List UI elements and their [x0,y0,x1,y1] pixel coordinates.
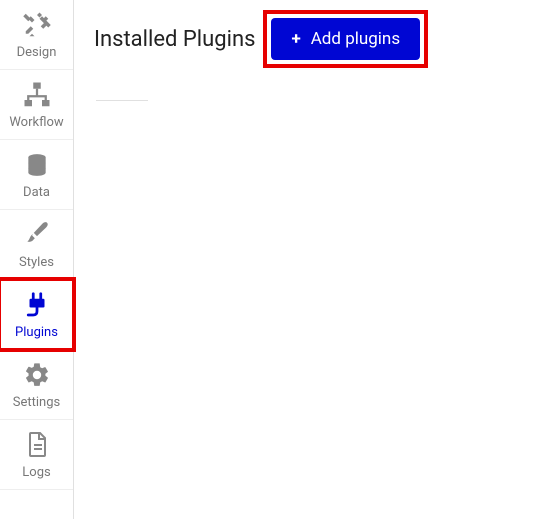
sidebar-item-logs[interactable]: Logs [0,420,73,490]
sidebar-item-label: Design [17,45,57,60]
add-plugins-button[interactable]: + Add plugins [271,18,420,60]
sidebar-item-label: Workflow [9,115,63,130]
sidebar-item-workflow[interactable]: Workflow [0,70,73,140]
sidebar-item-label: Styles [19,255,54,270]
sidebar-item-label: Data [23,185,50,200]
paintbrush-icon [24,219,50,251]
sidebar-item-plugins[interactable]: Plugins [0,280,73,350]
add-button-wrap: + Add plugins [271,18,420,60]
sitemap-icon [22,79,52,111]
add-button-label: Add plugins [311,29,400,49]
sidebar-item-styles[interactable]: Styles [0,210,73,280]
divider-stub [96,100,148,101]
sidebar-item-label: Plugins [15,325,58,340]
sidebar-item-settings[interactable]: Settings [0,350,73,420]
sidebar-item-label: Logs [22,465,50,480]
gear-icon [23,359,51,391]
design-tools-icon [22,9,52,41]
sidebar-item-data[interactable]: Data [0,140,73,210]
sidebar-item-label: Settings [13,395,60,410]
plug-icon [22,289,52,321]
main-content: Installed Plugins + Add plugins [74,0,538,519]
database-icon [24,149,50,181]
page-title: Installed Plugins [94,27,255,52]
plus-icon: + [291,31,300,48]
sidebar-item-design[interactable]: Design [0,0,73,70]
logs-file-icon [25,429,49,461]
sidebar: Design Workflow Data [0,0,74,519]
header-row: Installed Plugins + Add plugins [94,18,518,60]
